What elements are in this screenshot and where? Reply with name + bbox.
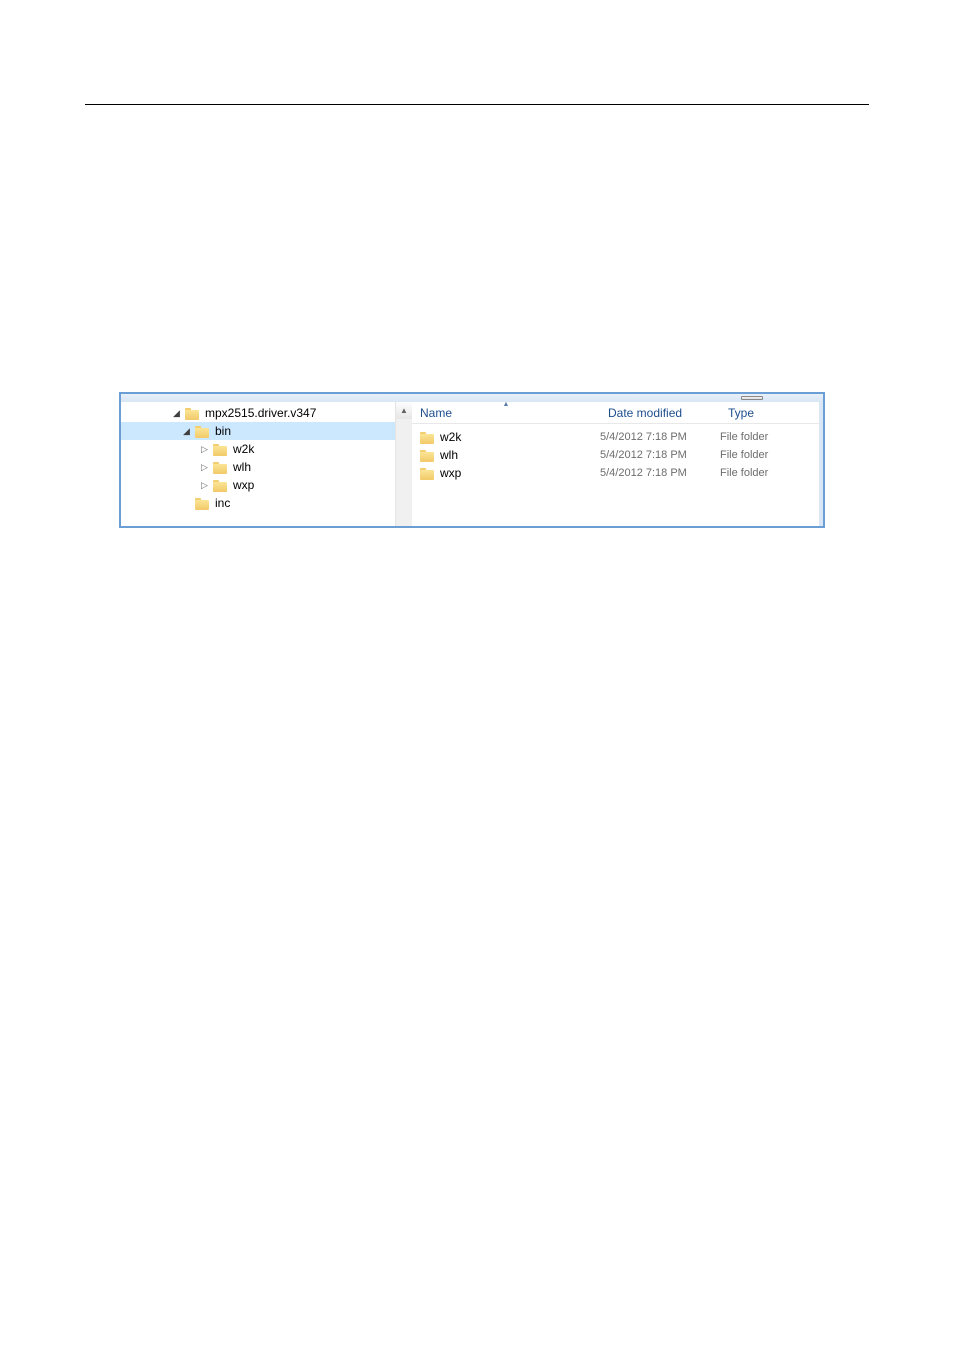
file-list-header: ▲ Name Date modified Type [412, 402, 819, 424]
column-header-type[interactable]: Type [720, 402, 819, 423]
file-name-cell: w2k [412, 430, 600, 444]
file-date: 5/4/2012 7:18 PM [600, 449, 720, 461]
folder-icon [213, 460, 229, 474]
file-row[interactable]: w2k 5/4/2012 7:18 PM File folder [412, 428, 819, 446]
folder-icon [195, 496, 211, 510]
window-titlebar-fragment [121, 394, 823, 402]
tree-item-label: inc [215, 496, 230, 510]
tree-expand-icon[interactable]: ◢ [171, 408, 182, 419]
file-date: 5/4/2012 7:18 PM [600, 431, 720, 443]
file-name-cell: wlh [412, 448, 600, 462]
tree-item-wxp[interactable]: ▷ wxp [121, 476, 395, 494]
column-header-date[interactable]: Date modified [600, 402, 720, 423]
page-header-divider [85, 104, 869, 105]
folder-icon [420, 466, 436, 480]
file-list-panel: ▲ Name Date modified Type w2k [412, 402, 819, 526]
tree-item-label: wlh [233, 460, 251, 474]
file-name: wlh [440, 448, 458, 462]
tree-item-label: mpx2515.driver.v347 [205, 406, 316, 420]
scroll-up-button[interactable]: ▲ [396, 402, 412, 419]
file-name-cell: wxp [412, 466, 600, 480]
tree-scrollbar[interactable]: ▲ [395, 402, 412, 526]
tree-item-inc[interactable]: ▷ inc [121, 494, 395, 512]
folder-icon [420, 430, 436, 444]
file-type: File folder [720, 449, 819, 461]
file-explorer-window: ◢ mpx2515.driver.v347 ◢ bin ▷ w2k [119, 392, 825, 528]
folder-tree-panel: ◢ mpx2515.driver.v347 ◢ bin ▷ w2k [121, 402, 395, 526]
tree-collapse-icon[interactable]: ▷ [199, 480, 210, 491]
column-label: Type [728, 406, 754, 420]
tree-collapse-icon[interactable]: ▷ [199, 444, 210, 455]
file-list: w2k 5/4/2012 7:18 PM File folder wlh 5/4… [412, 424, 819, 482]
folder-icon [195, 424, 211, 438]
folder-icon [213, 442, 229, 456]
tree-item-label: wxp [233, 478, 254, 492]
folder-icon [420, 448, 436, 462]
right-scrollbar-fragment[interactable] [819, 402, 823, 526]
tree-item-label: w2k [233, 442, 254, 456]
file-date: 5/4/2012 7:18 PM [600, 467, 720, 479]
tree-item-wlh[interactable]: ▷ wlh [121, 458, 395, 476]
column-header-name[interactable]: ▲ Name [412, 402, 600, 423]
tree-item-root[interactable]: ◢ mpx2515.driver.v347 [121, 404, 395, 422]
column-label: Name [420, 406, 452, 420]
file-name: wxp [440, 466, 461, 480]
folder-tree: ◢ mpx2515.driver.v347 ◢ bin ▷ w2k [121, 402, 395, 512]
file-type: File folder [720, 467, 819, 479]
column-label: Date modified [608, 406, 682, 420]
folder-icon [213, 478, 229, 492]
sort-ascending-icon: ▲ [503, 401, 510, 408]
folder-icon [185, 406, 201, 420]
minimize-button-fragment[interactable] [741, 396, 763, 400]
file-row[interactable]: wxp 5/4/2012 7:18 PM File folder [412, 464, 819, 482]
tree-expand-icon[interactable]: ◢ [181, 426, 192, 437]
explorer-content: ◢ mpx2515.driver.v347 ◢ bin ▷ w2k [121, 402, 823, 526]
tree-item-w2k[interactable]: ▷ w2k [121, 440, 395, 458]
file-row[interactable]: wlh 5/4/2012 7:18 PM File folder [412, 446, 819, 464]
tree-item-label: bin [215, 424, 231, 438]
tree-item-bin[interactable]: ◢ bin [121, 422, 395, 440]
file-name: w2k [440, 430, 461, 444]
file-type: File folder [720, 431, 819, 443]
tree-collapse-icon[interactable]: ▷ [199, 462, 210, 473]
